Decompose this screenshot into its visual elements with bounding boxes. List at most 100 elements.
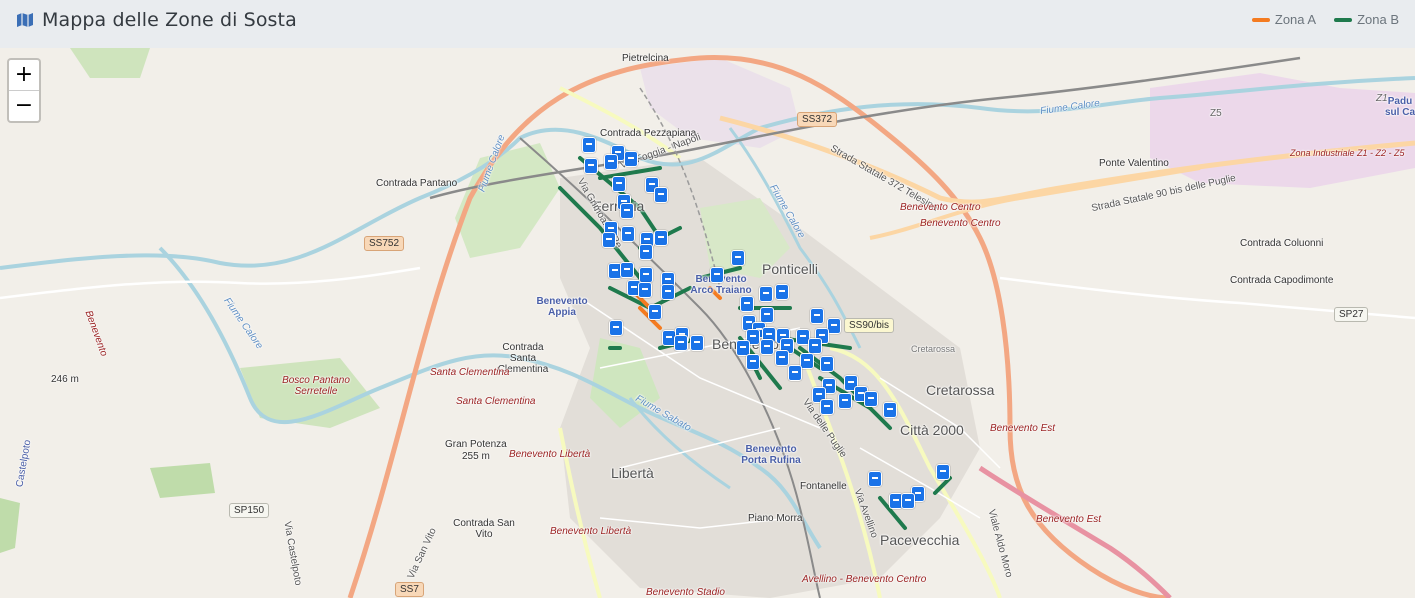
page-title: Mappa delle Zone di Sosta (42, 9, 297, 31)
forest-patch-nw (70, 48, 150, 78)
parking-marker[interactable] (661, 284, 675, 300)
parking-marker[interactable] (639, 267, 653, 283)
zoom-out-button[interactable]: − (9, 90, 39, 121)
legend-item-zona-a: Zona A (1251, 12, 1317, 27)
parking-marker[interactable] (609, 320, 623, 336)
parking-marker[interactable] (901, 493, 915, 509)
road-shield-ss90bis: SS90/bis (844, 318, 895, 333)
header-bar: Mappa delle Zone di Sosta Zona A Zona B (0, 0, 1415, 40)
place-liberta: Libertà (611, 465, 654, 481)
legend-swatch-zona-b (1334, 17, 1353, 22)
place-pacevecchia: Pacevecchia (880, 532, 960, 548)
legend-swatch-zona-a (1251, 17, 1270, 22)
parking-marker[interactable] (639, 244, 653, 260)
parking-marker[interactable] (760, 339, 774, 355)
legend-label-zona-a: Zona A (1274, 12, 1317, 27)
parking-marker[interactable] (654, 230, 668, 246)
parking-marker[interactable] (810, 308, 824, 324)
rail-benevento-centro-2: Benevento Centro (920, 218, 1001, 229)
road-west-white (0, 266, 421, 300)
parking-marker[interactable] (612, 176, 626, 192)
place-elevation-246: 246 m (51, 374, 79, 385)
legend: Zona A Zona B (1251, 12, 1399, 27)
parking-marker[interactable] (620, 262, 634, 278)
parking-marker[interactable] (788, 365, 802, 381)
parking-marker[interactable] (820, 356, 834, 372)
map-canvas[interactable]: Pietrelcina Contrada Pezzapiana Contrada… (0, 48, 1415, 598)
parking-marker[interactable] (731, 250, 745, 266)
parking-marker[interactable] (740, 296, 754, 312)
zoom-in-button[interactable]: + (9, 60, 39, 90)
road-shield-ss7: SS7 (395, 582, 424, 597)
place-contrada-san-vito: Contrada San Vito (453, 518, 515, 540)
parking-marker[interactable] (620, 203, 634, 219)
place-contrada-capodimonte: Contrada Capodimonte (1230, 275, 1334, 286)
parking-marker[interactable] (808, 338, 822, 354)
place-contrada-pantano: Contrada Pantano (376, 178, 458, 189)
rail-benevento-liberta-2: Benevento Libertà (550, 526, 632, 537)
parking-marker[interactable] (648, 304, 662, 320)
parking-marker[interactable] (936, 464, 950, 480)
place-ponticelli: Ponticelli (762, 261, 819, 277)
parking-marker[interactable] (621, 226, 635, 242)
parking-marker[interactable] (883, 402, 897, 418)
parking-marker[interactable] (746, 354, 760, 370)
rail-santa-clementina-2: Santa Clementina (456, 396, 536, 407)
parking-marker[interactable] (864, 391, 878, 407)
parking-marker[interactable] (775, 284, 789, 300)
road-shield-ss752: SS752 (364, 236, 405, 251)
parking-marker[interactable] (654, 187, 668, 203)
place-fontanelle: Fontanelle (800, 481, 847, 492)
legend-label-zona-b: Zona B (1357, 12, 1399, 27)
parking-marker[interactable] (624, 151, 638, 167)
place-ponte-valentino: Ponte Valentino (1099, 158, 1169, 169)
rail-santa-clementina-1: Santa Clementina (430, 367, 510, 378)
parking-marker[interactable] (827, 318, 841, 334)
parking-marker[interactable] (775, 350, 789, 366)
parking-marker[interactable] (868, 471, 882, 487)
place-gran-potenza: Gran Potenza (445, 439, 507, 450)
rail-benevento-est-1: Benevento Est (990, 423, 1056, 434)
place-citta-2000: Città 2000 (900, 422, 964, 438)
forest-patch-w (0, 498, 20, 553)
zoom-control: + − (7, 58, 41, 123)
parking-marker[interactable] (710, 267, 724, 283)
map-basemap (0, 48, 1415, 598)
parking-marker[interactable] (584, 158, 598, 174)
place-contrada-coluonni: Contrada Coluonni (1240, 238, 1324, 249)
parking-marker[interactable] (674, 335, 688, 351)
road-shield-sp150: SP150 (229, 503, 270, 518)
motorway-pink (978, 465, 1172, 598)
station-benevento-appia: Benevento Appia (536, 296, 588, 318)
legend-item-zona-b: Zona B (1334, 12, 1399, 27)
place-cretarossa: Cretarossa (926, 382, 995, 398)
parking-marker[interactable] (604, 154, 618, 170)
map-icon (17, 13, 33, 27)
parking-marker[interactable] (602, 232, 616, 248)
place-cretarossa-small: Cretarossa (911, 344, 956, 354)
parking-marker[interactable] (638, 282, 652, 298)
place-piano-morra: Piano Morra (748, 513, 803, 524)
rail-benevento-stadio: Benevento Stadio (646, 587, 725, 598)
place-padu: Padu sul Ca (1385, 96, 1415, 118)
rail-benevento-est-2: Benevento Est (1036, 514, 1102, 525)
road-shield-sp27: SP27 (1334, 307, 1369, 322)
parking-marker[interactable] (690, 335, 704, 351)
place-zona-industriale: Zona Industriale Z1 - Z2 - Z5 (1290, 148, 1405, 158)
parking-marker[interactable] (820, 399, 834, 415)
place-gran-potenza-elevation: 255 m (462, 451, 490, 462)
station-benevento-porta-rufina: Benevento Porta Rufina (741, 444, 801, 466)
parking-marker[interactable] (800, 353, 814, 369)
parking-marker[interactable] (838, 393, 852, 409)
forest-patch-sw (150, 463, 215, 498)
place-pietrelcina: Pietrelcina (622, 53, 669, 64)
place-bosco-pantano: Bosco Pantano Serretelle (282, 375, 350, 397)
parking-marker[interactable] (759, 286, 773, 302)
rail-benevento-liberta-1: Benevento Libertà (509, 449, 591, 460)
parking-marker[interactable] (760, 307, 774, 323)
parking-marker[interactable] (582, 137, 596, 153)
rail-avellino-benevento: Avellino - Benevento Centro (802, 574, 927, 585)
road-shield-ss372: SS372 (797, 112, 838, 127)
title-group: Mappa delle Zone di Sosta (16, 9, 297, 31)
place-z5: Z5 (1210, 108, 1222, 119)
